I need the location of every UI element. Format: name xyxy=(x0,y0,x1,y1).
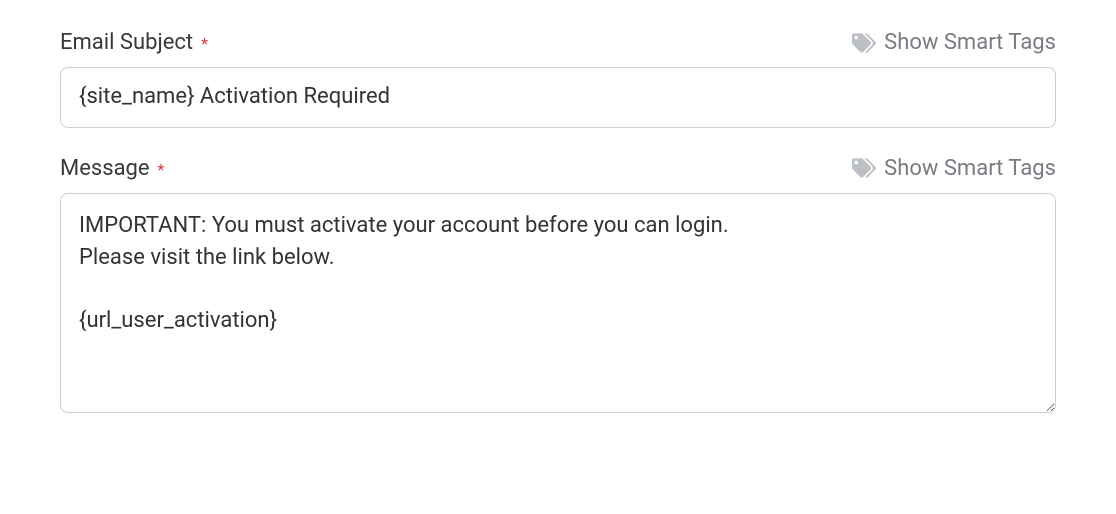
required-asterisk: * xyxy=(201,34,208,53)
email-subject-header: Email Subject * Show Smart Tags xyxy=(60,30,1056,55)
email-subject-label: Email Subject xyxy=(60,30,193,55)
email-subject-group: Email Subject * Show Smart Tags xyxy=(60,30,1056,128)
message-label: Message xyxy=(60,156,150,181)
show-smart-tags-subject[interactable]: Show Smart Tags xyxy=(852,30,1056,55)
email-subject-input[interactable] xyxy=(60,67,1056,128)
show-smart-tags-message[interactable]: Show Smart Tags xyxy=(852,156,1056,181)
tags-icon xyxy=(852,31,876,55)
email-subject-label-wrap: Email Subject * xyxy=(60,30,208,55)
smart-tags-text: Show Smart Tags xyxy=(884,156,1056,181)
smart-tags-text: Show Smart Tags xyxy=(884,30,1056,55)
required-asterisk: * xyxy=(158,160,165,179)
message-label-wrap: Message * xyxy=(60,156,164,181)
message-header: Message * Show Smart Tags xyxy=(60,156,1056,181)
message-textarea[interactable] xyxy=(60,193,1056,413)
tags-icon xyxy=(852,156,876,180)
message-group: Message * Show Smart Tags xyxy=(60,156,1056,417)
